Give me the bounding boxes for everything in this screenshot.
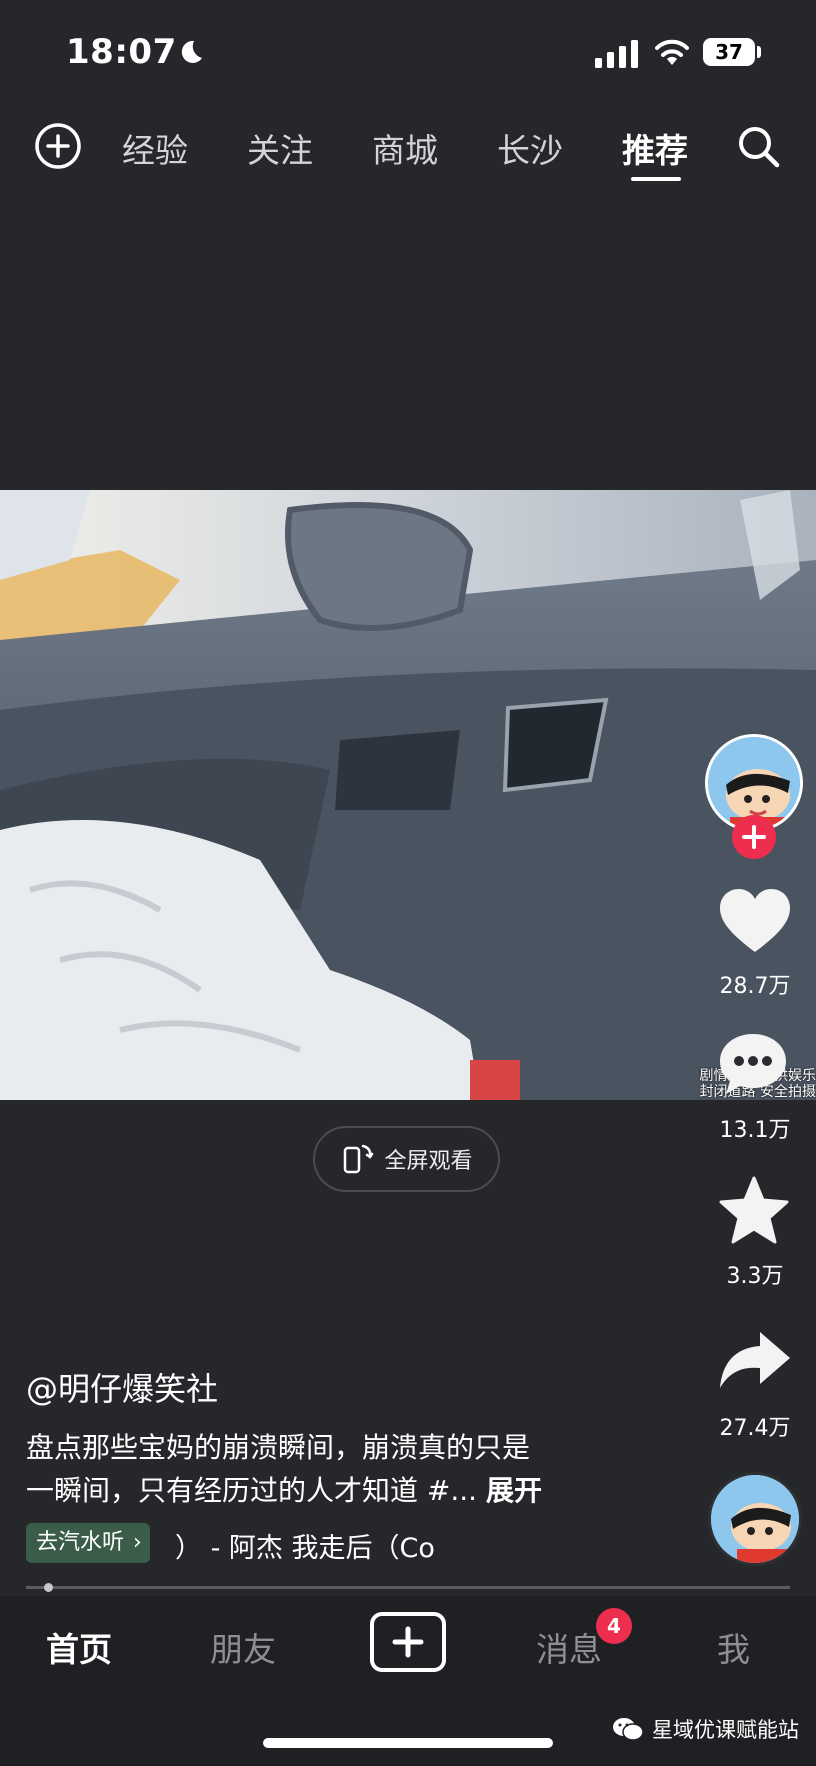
- music-disc[interactable]: [708, 1472, 802, 1566]
- tab-following[interactable]: 关注: [247, 124, 313, 172]
- music-title[interactable]: ） - 阿杰 我走后（Co: [175, 1526, 500, 1565]
- plus-circle-icon[interactable]: [34, 122, 82, 170]
- music-tag-label: 去汽水听: [36, 1530, 125, 1555]
- follow-button[interactable]: [732, 815, 776, 859]
- fullscreen-label: 全屏观看: [384, 1149, 473, 1174]
- expand-link[interactable]: 展开: [486, 1474, 542, 1507]
- video-description[interactable]: 盘点那些宝妈的崩溃瞬间，崩溃真的只是 一瞬间，只有经历过的人才知道 #... 展…: [26, 1426, 616, 1512]
- favorite-count: 3.3万: [726, 1264, 784, 1289]
- share-icon[interactable]: [718, 1330, 792, 1390]
- video-progress-bar[interactable]: [26, 1586, 790, 1589]
- like-count: 28.7万: [719, 974, 791, 999]
- battery-indicator: 37: [703, 38, 755, 66]
- tab-friends[interactable]: 朋友: [210, 1623, 276, 1671]
- tab-messages[interactable]: 消息: [536, 1623, 602, 1671]
- comment-icon[interactable]: [718, 1032, 788, 1096]
- search-icon[interactable]: [734, 122, 784, 172]
- video-scene: [0, 490, 816, 1100]
- progress-handle[interactable]: [44, 1583, 53, 1592]
- description-text: 一瞬间，只有经历过的人才知道 #...: [26, 1474, 478, 1507]
- create-button[interactable]: [370, 1612, 446, 1672]
- comment-count: 13.1万: [719, 1118, 791, 1143]
- moon-icon: [181, 40, 202, 63]
- tab-home[interactable]: 首页: [46, 1623, 112, 1671]
- video-frame[interactable]: [0, 490, 816, 1100]
- signal-icon: [595, 40, 638, 68]
- status-time: 18:07: [66, 32, 177, 72]
- footer-watermark-text: 星域优课赋能站: [652, 1718, 799, 1742]
- plus-icon: [392, 1626, 424, 1658]
- wifi-icon: [655, 39, 689, 65]
- heart-icon[interactable]: [718, 888, 792, 954]
- author-name[interactable]: @明仔爆笑社: [26, 1364, 218, 1410]
- description-line-1: 盘点那些宝妈的崩溃瞬间，崩溃真的只是: [26, 1431, 531, 1464]
- battery-tip: [757, 46, 761, 58]
- fullscreen-phone-icon: [344, 1144, 374, 1174]
- wechat-icon: [613, 1718, 644, 1741]
- tab-me[interactable]: 我: [717, 1623, 750, 1671]
- active-tab-indicator: [631, 177, 681, 181]
- description-line-2: 一瞬间，只有经历过的人才知道 #... 展开: [26, 1469, 616, 1512]
- fullscreen-button[interactable]: 全屏观看: [313, 1126, 500, 1192]
- tab-mall[interactable]: 商城: [372, 124, 438, 172]
- home-indicator[interactable]: [263, 1738, 553, 1748]
- share-count: 27.4万: [719, 1416, 791, 1441]
- tab-experience[interactable]: 经验: [122, 124, 188, 172]
- open-in-qishui-button[interactable]: 去汽水听 ›: [26, 1523, 150, 1563]
- tab-local[interactable]: 长沙: [497, 124, 563, 172]
- music-cover: [711, 1475, 799, 1563]
- chevron-right-icon: ›: [133, 1530, 142, 1555]
- footer-watermark: 星域优课赋能站: [612, 1714, 799, 1744]
- star-icon[interactable]: [718, 1176, 790, 1244]
- tab-recommended[interactable]: 推荐: [622, 124, 688, 172]
- messages-badge: 4: [596, 1608, 632, 1644]
